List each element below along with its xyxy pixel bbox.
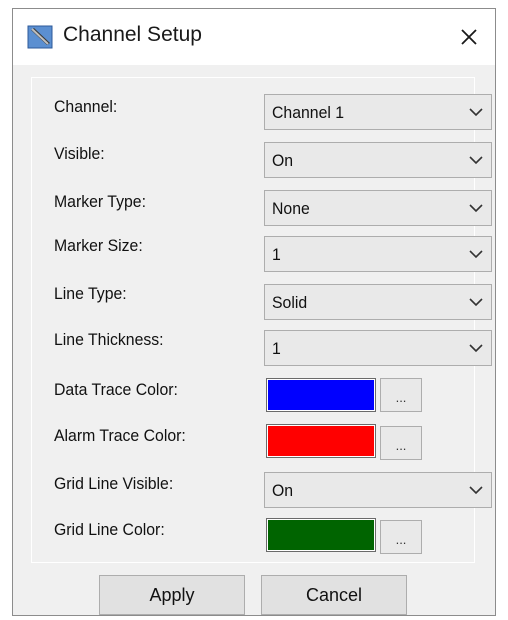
chevron-down-icon xyxy=(469,156,483,165)
grid-line-color-swatch[interactable] xyxy=(266,518,376,552)
data-trace-color-swatch[interactable] xyxy=(266,378,376,412)
marker-type-select-value: None xyxy=(272,199,310,218)
data-trace-color-browse-button[interactable]: ... xyxy=(380,378,422,412)
grid-line-visible-select[interactable]: On xyxy=(264,472,492,508)
line-thickness-select[interactable]: 1 xyxy=(264,330,492,366)
data-trace-color-label: Data Trace Color: xyxy=(54,380,178,399)
channel-setup-dialog: Channel Setup Channel: Channel 1 Visible… xyxy=(12,8,496,616)
line-type-select[interactable]: Solid xyxy=(264,284,492,320)
marker-size-label: Marker Size: xyxy=(54,236,143,255)
close-icon xyxy=(461,29,477,45)
line-type-select-value: Solid xyxy=(272,293,308,312)
channel-select-value: Channel 1 xyxy=(272,103,345,122)
marker-size-select-value: 1 xyxy=(272,245,281,264)
title-bar: Channel Setup xyxy=(13,9,495,65)
pencil-ruler-icon xyxy=(27,25,53,49)
apply-button[interactable]: Apply xyxy=(99,575,245,615)
marker-size-select[interactable]: 1 xyxy=(264,236,492,272)
channel-label: Channel: xyxy=(54,97,118,116)
alarm-trace-color-browse-button[interactable]: ... xyxy=(380,426,422,460)
cancel-button[interactable]: Cancel xyxy=(261,575,407,615)
grid-line-color-browse-button[interactable]: ... xyxy=(380,520,422,554)
line-thickness-select-value: 1 xyxy=(272,339,281,358)
line-thickness-label: Line Thickness: xyxy=(54,330,164,349)
chevron-down-icon xyxy=(469,250,483,259)
marker-type-select[interactable]: None xyxy=(264,190,492,226)
chevron-down-icon xyxy=(469,298,483,307)
close-button[interactable] xyxy=(447,15,491,59)
settings-panel: Channel: Channel 1 Visible: On Marker Ty… xyxy=(31,77,492,563)
grid-line-visible-select-value: On xyxy=(272,481,294,500)
visible-select[interactable]: On xyxy=(264,142,492,178)
alarm-trace-color-swatch[interactable] xyxy=(266,424,376,458)
alarm-trace-color-label: Alarm Trace Color: xyxy=(54,426,186,445)
visible-label: Visible: xyxy=(54,144,105,163)
chevron-down-icon xyxy=(469,486,483,495)
marker-type-label: Marker Type: xyxy=(54,192,146,211)
grid-line-visible-label: Grid Line Visible: xyxy=(54,474,174,493)
chevron-down-icon xyxy=(469,344,483,353)
grid-line-color-label: Grid Line Color: xyxy=(54,520,165,539)
line-type-label: Line Type: xyxy=(54,284,127,303)
chevron-down-icon xyxy=(469,204,483,213)
channel-select[interactable]: Channel 1 xyxy=(264,94,492,130)
window-title: Channel Setup xyxy=(63,23,202,46)
visible-select-value: On xyxy=(272,151,294,170)
chevron-down-icon xyxy=(469,108,483,117)
